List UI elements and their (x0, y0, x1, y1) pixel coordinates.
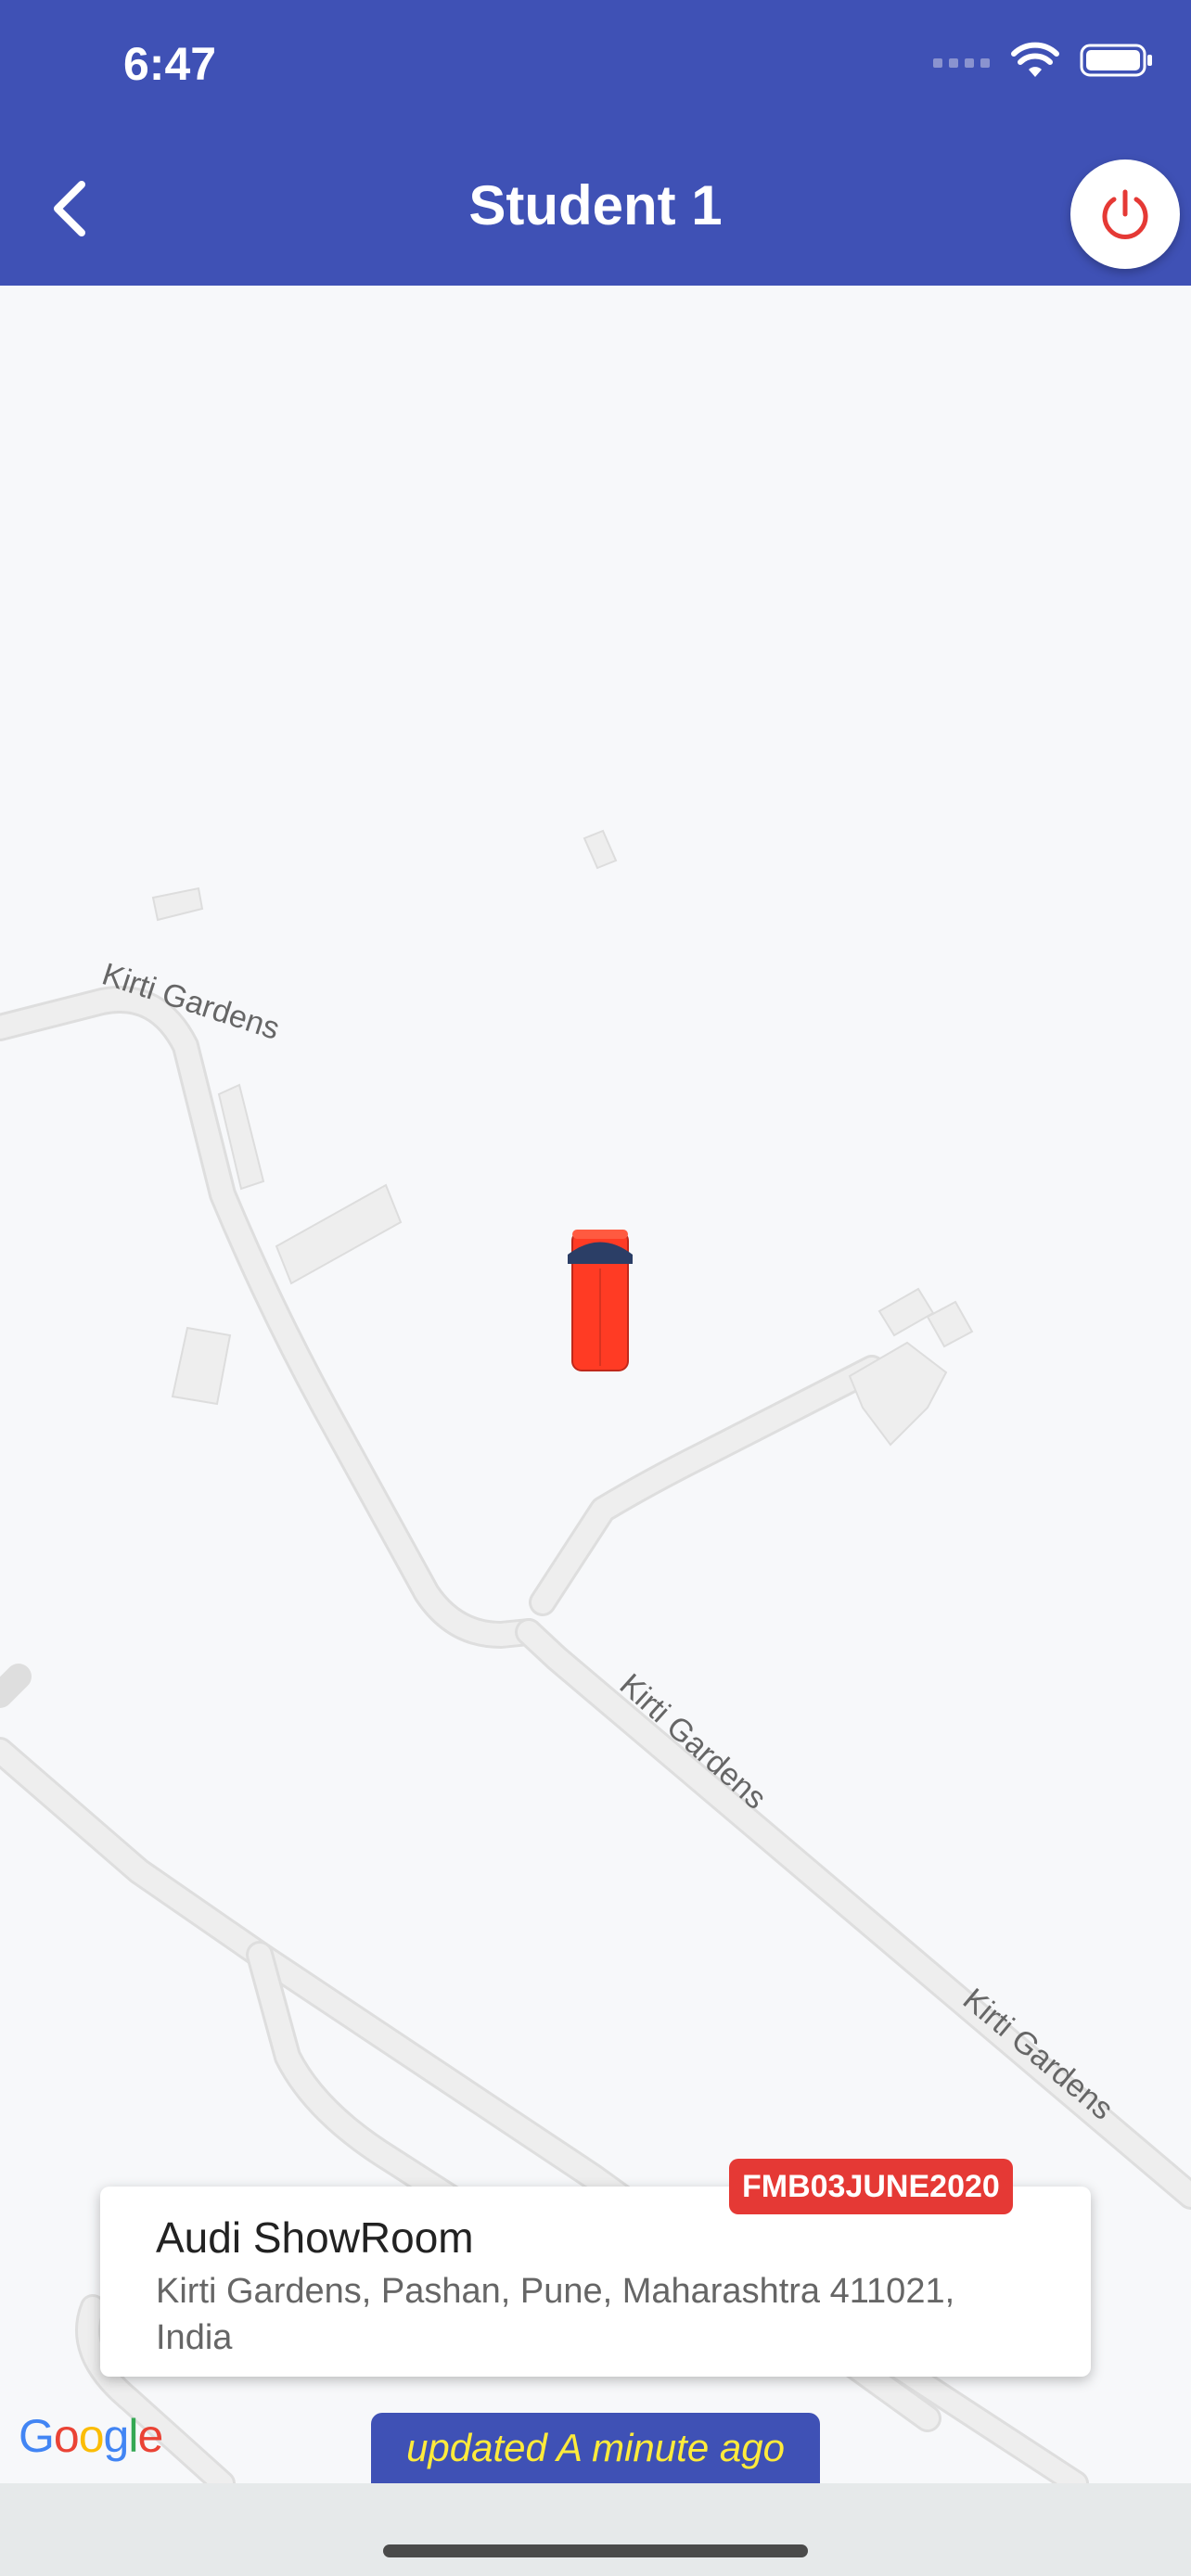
logout-button[interactable] (1070, 159, 1180, 269)
google-logo: Google (19, 2410, 163, 2462)
road-label: Kirti Gardens (956, 1982, 1120, 2127)
app-bar: Student 1 (0, 130, 1191, 286)
home-indicator-area (0, 2483, 1191, 2576)
map-canvas: Kirti Gardens Kirti Gardens Kirti Garden… (0, 829, 1191, 2483)
cellular-signal-icon (933, 58, 990, 68)
status-bar: 6:47 (0, 0, 1191, 130)
battery-icon (1080, 44, 1152, 77)
power-icon (1102, 189, 1148, 239)
status-time: 6:47 (123, 38, 217, 90)
location-info-card[interactable]: Audi ShowRoom Kirti Gardens, Pashan, Pun… (100, 2187, 1091, 2377)
place-name: Audi ShowRoom (156, 2213, 474, 2262)
wifi-icon (1011, 42, 1059, 77)
bus-marker-icon[interactable] (568, 1230, 633, 1371)
place-address: Kirti Gardens, Pashan, Pune, Maharashtra… (156, 2272, 955, 2357)
last-updated-label: updated A minute ago (371, 2413, 820, 2483)
page-title: Student 1 (468, 174, 723, 236)
home-indicator[interactable] (383, 2544, 808, 2557)
map-view[interactable]: Kirti Gardens Kirti Gardens Kirti Garden… (0, 286, 1191, 2483)
status-icons (933, 42, 1154, 79)
vehicle-id-badge: FMB03JUNE2020 (729, 2159, 1013, 2214)
